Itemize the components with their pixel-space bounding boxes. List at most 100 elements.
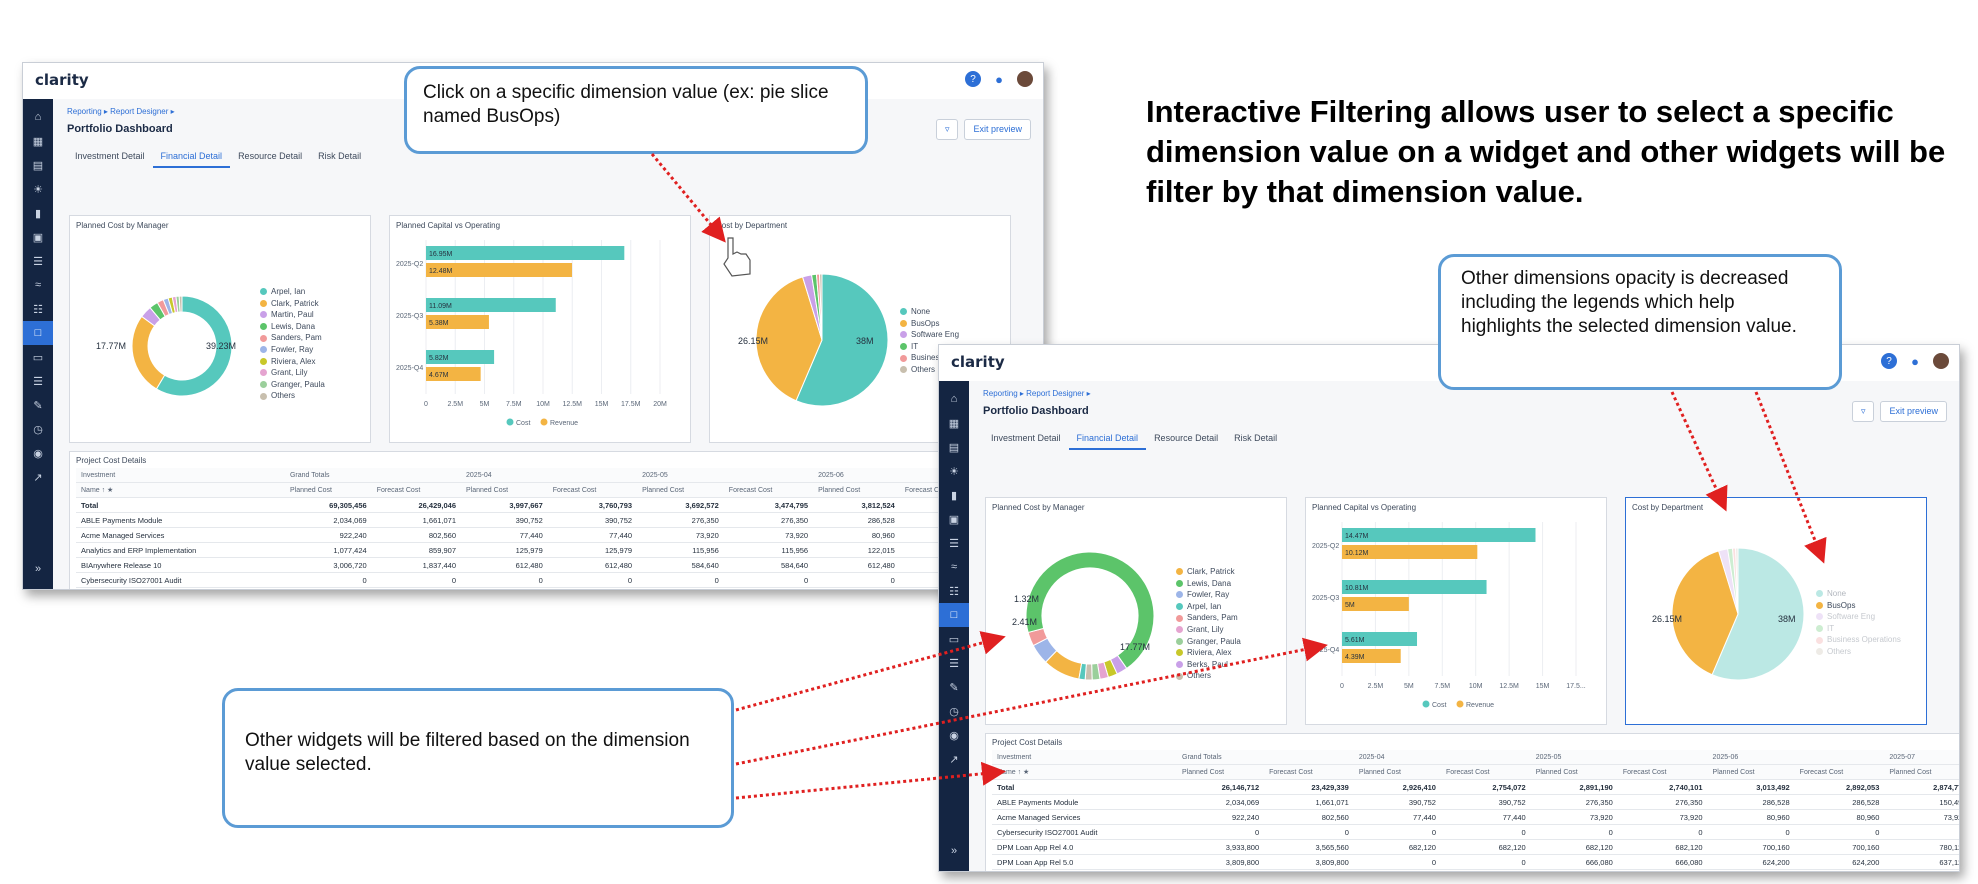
- legend-item[interactable]: Arpel, Ian: [1176, 601, 1241, 613]
- legend-item[interactable]: BusOps: [900, 318, 985, 330]
- filter-button[interactable]: ▿: [1851, 401, 1875, 422]
- tab-risk-detail[interactable]: Risk Detail: [310, 147, 369, 168]
- nav-icon[interactable]: ◉: [23, 441, 53, 465]
- capital-vs-operating-widget[interactable]: Planned Capital vs Operating 0 2.5M 5M 7.5M…: [1305, 497, 1607, 725]
- nav-icon[interactable]: ◷: [23, 417, 53, 441]
- nav-icon[interactable]: ◷: [939, 699, 969, 723]
- tab-financial-detail[interactable]: Financial Detail: [1068, 429, 1147, 450]
- legend-item[interactable]: Riviera, Alex: [1176, 647, 1241, 659]
- home-icon[interactable]: ⌂: [23, 105, 53, 129]
- nav-icon[interactable]: ▭: [939, 627, 969, 651]
- legend-item[interactable]: Software Eng: [1816, 611, 1901, 623]
- legend-swatch: [900, 343, 907, 351]
- legend-item[interactable]: Clark, Patrick: [1176, 566, 1241, 578]
- tab-resource-detail[interactable]: Resource Detail: [1146, 429, 1226, 450]
- nav-icon[interactable]: ≈: [23, 273, 53, 297]
- nav-icon[interactable]: ▤: [939, 435, 969, 459]
- nav-icon[interactable]: ☀: [23, 177, 53, 201]
- avatar[interactable]: [1933, 353, 1949, 369]
- nav-icon[interactable]: ↗: [939, 747, 969, 771]
- legend-item[interactable]: Lewis, Dana: [1176, 578, 1241, 590]
- legend-item[interactable]: Lewis, Dana: [260, 321, 325, 333]
- nav-icon[interactable]: ☀: [939, 459, 969, 483]
- legend-item[interactable]: Fowler, Ray: [1176, 589, 1241, 601]
- nav-icon[interactable]: ☰: [23, 369, 53, 393]
- legend-item[interactable]: Clark, Patrick: [260, 298, 325, 310]
- exit-preview-button[interactable]: Exit preview: [1880, 401, 1947, 422]
- tab-investment-detail[interactable]: Investment Detail: [67, 147, 153, 168]
- bell-icon[interactable]: ●: [1907, 353, 1923, 369]
- table-cell: 3,474,795: [723, 497, 814, 513]
- legend-item[interactable]: Business Operations: [1816, 634, 1901, 646]
- legend-item[interactable]: Sanders, Pam: [260, 332, 325, 344]
- nav-icon[interactable]: ▣: [23, 225, 53, 249]
- legend-item[interactable]: None: [1816, 588, 1901, 600]
- widget-title: Project Cost Details: [76, 456, 147, 465]
- legend-item[interactable]: Granger, Paula: [1176, 636, 1241, 648]
- breadcrumb-report-designer[interactable]: Report Designer: [110, 107, 168, 116]
- legend-label: Lewis, Dana: [271, 321, 316, 331]
- filter-button[interactable]: ▿: [935, 119, 959, 140]
- nav-icon[interactable]: ✎: [23, 393, 53, 417]
- grid-icon[interactable]: ▦: [939, 411, 969, 435]
- expand-icon[interactable]: »: [23, 557, 53, 581]
- legend-item[interactable]: Others: [1816, 646, 1901, 658]
- nav-icon[interactable]: ✎: [939, 675, 969, 699]
- bell-icon[interactable]: ●: [991, 71, 1007, 87]
- nav-icon[interactable]: ☷: [939, 579, 969, 603]
- home-icon[interactable]: ⌂: [939, 387, 969, 411]
- nav-icon[interactable]: ↗: [23, 465, 53, 489]
- nav-icon[interactable]: ▣: [939, 507, 969, 531]
- capital-vs-operating-widget[interactable]: Planned Capital vs Operating 0 2.5M 5M 7.5M…: [389, 215, 691, 443]
- legend-item[interactable]: Others: [1176, 670, 1241, 682]
- legend-item[interactable]: Granger, Paula: [260, 379, 325, 391]
- legend-item[interactable]: IT: [1816, 623, 1901, 635]
- breadcrumb-report-designer[interactable]: Report Designer: [1026, 389, 1084, 398]
- nav-icon[interactable]: ☷: [23, 297, 53, 321]
- avatar[interactable]: [1017, 71, 1033, 87]
- legend-item[interactable]: Grant, Lily: [260, 367, 325, 379]
- help-icon[interactable]: ?: [1881, 353, 1897, 369]
- tab-investment-detail[interactable]: Investment Detail: [983, 429, 1069, 450]
- manager-donut-chart[interactable]: 17.77M 39.23M: [70, 216, 370, 442]
- nav-icon[interactable]: ≈: [939, 555, 969, 579]
- legend-item[interactable]: None: [900, 306, 985, 318]
- nav-icon[interactable]: ▮: [23, 201, 53, 225]
- breadcrumb-reporting[interactable]: Reporting: [983, 389, 1018, 398]
- nav-icon[interactable]: ☰: [23, 249, 53, 273]
- legend-item[interactable]: Martin, Paul: [260, 309, 325, 321]
- legend-item[interactable]: Grant, Lily: [1176, 624, 1241, 636]
- reports-icon[interactable]: □: [939, 603, 969, 627]
- reports-icon[interactable]: □: [23, 321, 53, 345]
- help-icon[interactable]: ?: [965, 71, 981, 87]
- legend-item[interactable]: Sanders, Pam: [1176, 612, 1241, 624]
- nav-icon[interactable]: ▭: [23, 345, 53, 369]
- capital-bar-chart[interactable]: 0 2.5M 5M 7.5M 10M 12.5M 15M 17.5... 2025-Q2 14.4…: [1306, 498, 1606, 724]
- legend-item[interactable]: Software Eng: [900, 329, 985, 341]
- legend-item[interactable]: BusOps: [1816, 600, 1901, 612]
- planned-cost-by-manager-widget[interactable]: Planned Cost by Manager 17.77M 39.23M Ar…: [69, 215, 371, 443]
- legend-item[interactable]: Others: [260, 390, 325, 402]
- tab-financial-detail[interactable]: Financial Detail: [152, 147, 231, 168]
- cost-by-department-widget[interactable]: Cost by Department 26.15M 38M None BusOps…: [1625, 497, 1927, 725]
- tab-resource-detail[interactable]: Resource Detail: [230, 147, 310, 168]
- grid-icon[interactable]: ▦: [23, 129, 53, 153]
- group-header-cell: 2025-06: [1707, 750, 1885, 765]
- tab-risk-detail[interactable]: Risk Detail: [1226, 429, 1285, 450]
- capital-bar-chart[interactable]: 0 2.5M 5M 7.5M 10M 12.5M 15M 17.5M 20M 2025-Q2 16.…: [390, 216, 690, 442]
- legend-item[interactable]: Riviera, Alex: [260, 356, 325, 368]
- nav-icon[interactable]: ▮: [939, 483, 969, 507]
- expand-icon[interactable]: »: [939, 839, 969, 863]
- legend-item[interactable]: Fowler, Ray: [260, 344, 325, 356]
- nav-icon[interactable]: ☰: [939, 651, 969, 675]
- nav-icon[interactable]: ◉: [939, 723, 969, 747]
- manager-donut-chart[interactable]: 1.32M 2.41M 17.77M: [986, 498, 1286, 724]
- planned-cost-by-manager-widget[interactable]: Planned Cost by Manager 1.32M 2.41M 17.7…: [985, 497, 1287, 725]
- exit-preview-button[interactable]: Exit preview: [964, 119, 1031, 140]
- nav-icon[interactable]: ☰: [939, 531, 969, 555]
- legend-item[interactable]: Berks, Paul: [1176, 659, 1241, 671]
- breadcrumb-reporting[interactable]: Reporting: [67, 107, 102, 116]
- nav-icon[interactable]: ▤: [23, 153, 53, 177]
- legend-item[interactable]: Arpel, Ian: [260, 286, 325, 298]
- callout-opacity: Other dimensions opacity is decreased in…: [1438, 254, 1842, 390]
